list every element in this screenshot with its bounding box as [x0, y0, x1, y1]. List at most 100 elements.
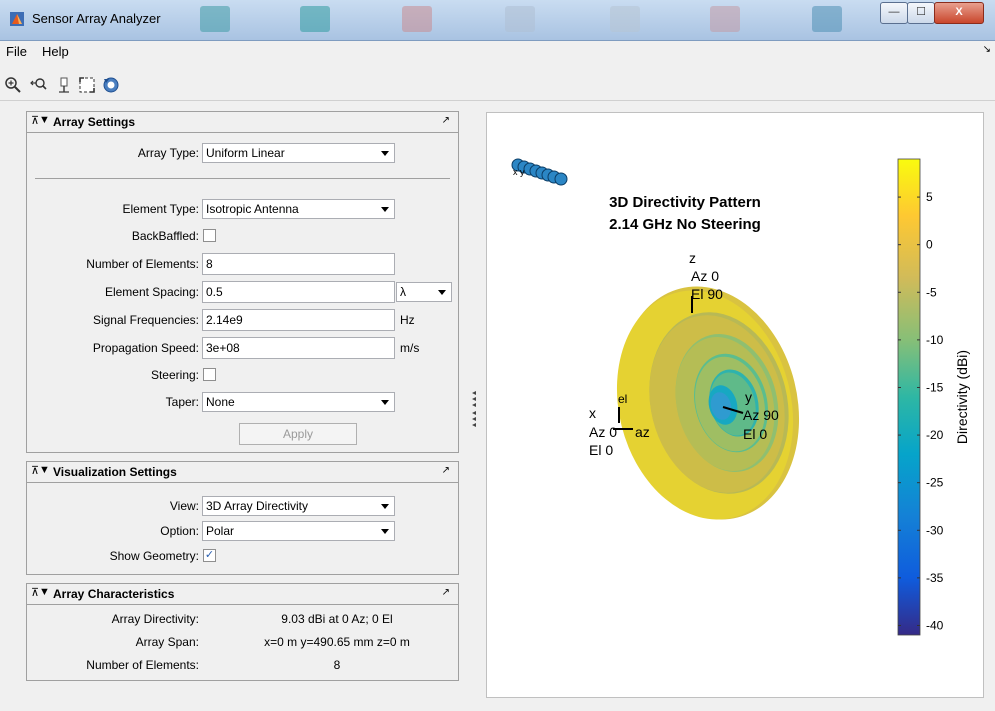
z-az-label: Az 0 — [691, 268, 719, 284]
y-az-label: Az 90 — [743, 407, 779, 423]
taper-value: None — [206, 395, 235, 409]
element-type-label: Element Type: — [122, 202, 200, 216]
panel-pin-icon[interactable]: ⊼ — [31, 586, 39, 599]
prop-speed-label: Propagation Speed: — [92, 341, 199, 355]
colorbar-tick-label: 0 — [926, 238, 933, 252]
reset-view-icon[interactable] — [102, 76, 120, 94]
toolbar — [0, 62, 995, 101]
prop-speed-input[interactable]: 3e+08 — [202, 337, 395, 359]
view-dropdown[interactable]: 3D Array Directivity — [202, 496, 395, 516]
geometry-axis-labels: x y — [513, 167, 525, 177]
y-el-label: El 0 — [743, 426, 767, 442]
array-directivity-label: Array Directivity: — [111, 612, 199, 626]
array-characteristics-panel: ⊼ ▼ Array Characteristics ↗ Array Direct… — [26, 583, 459, 681]
num-elements-input[interactable]: 8 — [202, 253, 395, 275]
num-elements-label: Number of Elements: — [86, 257, 199, 271]
colorbar-label: Directivity (dBi) — [954, 350, 970, 444]
visualization-settings-panel: ⊼ ▼ Visualization Settings ↗ View: 3D Ar… — [26, 461, 459, 575]
panel-title: Array Characteristics — [53, 587, 175, 601]
x-az-label: Az 0 — [589, 424, 617, 440]
el-label: el — [618, 392, 627, 406]
plot-title-line1: 3D Directivity Pattern — [609, 194, 761, 211]
taskbar-thumbnail — [200, 6, 230, 32]
array-span-label: Array Span: — [135, 635, 199, 649]
undock-icon[interactable]: ↗ — [442, 465, 450, 476]
apply-button[interactable]: Apply — [239, 423, 357, 445]
taskbar-thumbnail — [610, 6, 640, 32]
colorbar-tick-label: -40 — [926, 618, 944, 632]
collapse-icon[interactable]: ▼ — [39, 114, 50, 126]
panel-pin-icon[interactable]: ⊼ — [31, 464, 39, 477]
colorbar-tick-label: -10 — [926, 333, 944, 347]
backbaffled-checkbox[interactable] — [203, 229, 216, 242]
colorbar — [897, 158, 921, 636]
menu-help[interactable]: Help — [42, 44, 69, 59]
array-type-label: Array Type: — [137, 146, 199, 160]
chevron-down-icon — [381, 151, 389, 156]
taskbar-thumbnail — [300, 6, 330, 32]
prop-speed-unit: m/s — [400, 341, 420, 355]
taper-dropdown[interactable]: None — [202, 392, 395, 412]
chevron-down-icon — [381, 529, 389, 534]
option-value: Polar — [206, 524, 235, 538]
colorbar-tick-label: -35 — [926, 571, 944, 585]
view-label: View: — [169, 499, 199, 513]
panel-splitter-handle[interactable] — [472, 391, 476, 431]
steering-label: Steering: — [150, 368, 199, 382]
number-of-elements-label: Number of Elements: — [86, 658, 199, 672]
option-dropdown[interactable]: Polar — [202, 521, 395, 541]
settings-area: ⊼ ▼ Array Settings ↗ Array Type: Uniform… — [0, 101, 470, 701]
fit-to-view-icon[interactable] — [78, 76, 96, 94]
element-spacing-input[interactable]: 0.5 — [202, 281, 395, 303]
element-spacing-label: Element Spacing: — [104, 285, 199, 299]
colorbar-tick-label: -25 — [926, 476, 944, 490]
undock-icon[interactable]: ↗ — [442, 587, 450, 598]
collapse-icon[interactable]: ▼ — [39, 464, 50, 476]
plot-title-line2: 2.14 GHz No Steering — [609, 216, 761, 233]
array-span-value: x=0 m y=490.65 mm z=0 m — [264, 635, 410, 649]
taskbar-thumbnail — [710, 6, 740, 32]
panel-title: Visualization Settings — [53, 465, 177, 479]
az-label: az — [635, 424, 650, 440]
dock-icon[interactable]: ↘ — [983, 44, 991, 55]
element-type-value: Isotropic Antenna — [206, 202, 299, 216]
taper-label: Taper: — [165, 395, 199, 409]
show-geometry-checkbox[interactable]: ✓ — [203, 549, 216, 562]
zoom-in-icon[interactable] — [4, 76, 22, 94]
element-type-dropdown[interactable]: Isotropic Antenna — [202, 199, 395, 219]
menu-file[interactable]: File — [6, 44, 27, 59]
x-axis-label: x — [589, 405, 596, 421]
taskbar-thumbnail — [812, 6, 842, 32]
colorbar-tick-label: -20 — [926, 428, 944, 442]
menu-bar: File Help ↘ — [0, 41, 995, 61]
spacing-unit-dropdown[interactable]: λ — [396, 282, 452, 302]
pan-icon[interactable] — [30, 76, 48, 94]
x-el-label: El 0 — [589, 442, 613, 458]
minimize-button[interactable]: — — [880, 2, 908, 24]
chevron-down-icon — [381, 400, 389, 405]
close-button[interactable]: X — [934, 2, 984, 24]
undock-icon[interactable]: ↗ — [442, 115, 450, 126]
steering-checkbox[interactable] — [203, 368, 216, 381]
array-settings-panel: ⊼ ▼ Array Settings ↗ Array Type: Uniform… — [26, 111, 459, 453]
panel-pin-icon[interactable]: ⊼ — [31, 114, 39, 127]
signal-freq-input[interactable]: 2.14e9 — [202, 309, 395, 331]
panel-header: ⊼ ▼ Array Settings ↗ — [27, 112, 458, 133]
taskbar-thumbnail — [402, 6, 432, 32]
chevron-down-icon — [438, 290, 446, 295]
maximize-button[interactable]: ☐ — [907, 2, 935, 24]
title-bar: Sensor Array Analyzer — ☐ X — [0, 0, 995, 41]
view-value: 3D Array Directivity — [206, 499, 309, 513]
y-axis-label: y — [745, 389, 752, 405]
panel-title: Array Settings — [53, 115, 136, 129]
plot-area: x y 3D Directivity Pattern 2.14 GHz No S… — [486, 112, 984, 698]
directivity-plot-svg[interactable]: x y 3D Directivity Pattern 2.14 GHz No S… — [487, 113, 983, 697]
array-type-dropdown[interactable]: Uniform Linear — [202, 143, 395, 163]
collapse-icon[interactable]: ▼ — [39, 586, 50, 598]
panel-header: ⊼ ▼ Array Characteristics ↗ — [27, 584, 458, 605]
matlab-app-icon — [10, 12, 24, 26]
option-label: Option: — [160, 524, 199, 538]
window-title: Sensor Array Analyzer — [32, 11, 161, 26]
show-geometry-label: Show Geometry: — [109, 549, 199, 563]
rotate-icon[interactable] — [55, 76, 73, 94]
